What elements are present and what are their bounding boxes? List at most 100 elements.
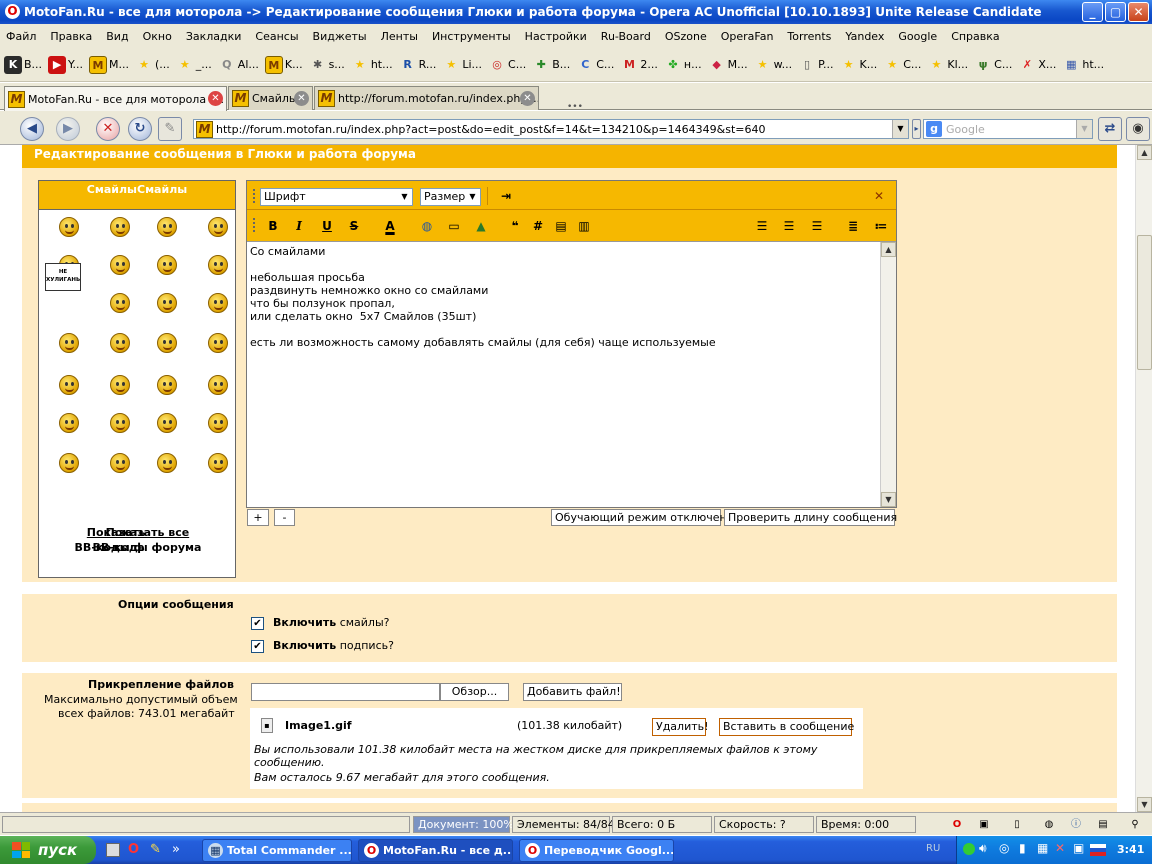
no-hooligans-sign[interactable]: НЕ ХУЛИГАНЬ xyxy=(45,263,81,291)
menu-item[interactable]: Виджеты xyxy=(313,30,375,43)
smiley-icon[interactable] xyxy=(157,293,177,313)
ordered-list-icon[interactable]: ≣ xyxy=(843,216,863,236)
link-globe-icon[interactable]: ◍ xyxy=(417,216,437,236)
bookmark-item[interactable]: ★ K... xyxy=(840,56,878,74)
tutorial-mode-button[interactable]: Обучающий режим отключен xyxy=(551,509,727,526)
close-editor-toolbar-icon[interactable]: ✕ xyxy=(869,186,889,206)
bookmark-item[interactable]: M 2... xyxy=(620,56,658,74)
menu-item[interactable]: Настройки xyxy=(525,30,595,43)
message-textarea[interactable]: Со смайлами небольшая просьба раздвинуть… xyxy=(247,242,880,507)
forward-button[interactable]: ▶ xyxy=(56,117,80,141)
menu-item[interactable]: Файл xyxy=(6,30,44,43)
tray-status-icon[interactable] xyxy=(963,843,975,855)
globe-icon[interactable]: ◍ xyxy=(1040,816,1058,834)
smiley-icon[interactable] xyxy=(208,413,228,433)
bookmark-item[interactable]: ★ C... xyxy=(883,56,921,74)
table-icon[interactable]: ▥ xyxy=(574,216,594,236)
address-field[interactable]: M http://forum.motofan.ru/index.php?act=… xyxy=(193,119,909,139)
info-icon[interactable]: ⓘ xyxy=(1067,816,1085,834)
image-icon[interactable]: ▲ xyxy=(471,216,491,236)
enable-signature-checkbox[interactable]: ✔ xyxy=(251,640,264,653)
indent-icon[interactable]: ⇥ xyxy=(496,186,516,206)
smiley-icon[interactable] xyxy=(110,217,130,237)
text-color-button[interactable]: A xyxy=(380,216,400,236)
menu-item[interactable]: Справка xyxy=(951,30,1007,43)
smiley-icon[interactable] xyxy=(110,453,130,473)
bbcodes-link[interactable]: BB-коды фBB-коды форума xyxy=(39,541,237,554)
smiley-icon[interactable] xyxy=(59,217,79,237)
scroll-down-arrow[interactable]: ▼ xyxy=(881,492,896,507)
opera-unite-icon[interactable]: O xyxy=(948,816,966,834)
italic-button[interactable]: I xyxy=(289,216,309,236)
menu-item[interactable]: Окно xyxy=(143,30,180,43)
task-opera-motofan[interactable]: O MotoFan.Ru - все д... xyxy=(358,839,513,862)
bullet-list-icon[interactable]: ≔ xyxy=(871,216,891,236)
close-tab-icon[interactable]: ✕ xyxy=(294,91,309,106)
file-path-input[interactable] xyxy=(251,683,440,701)
bookmark-item[interactable]: ◆ M... xyxy=(708,56,747,74)
bookmark-item[interactable]: ✗ X... xyxy=(1018,56,1057,74)
show-all-smiles-link[interactable]: ПоказатьПоказать все xyxy=(39,526,237,539)
menu-item[interactable]: Ru-Board xyxy=(601,30,659,43)
bookmark-item[interactable]: M M... xyxy=(89,55,129,74)
russian-flag-icon[interactable] xyxy=(1090,844,1106,856)
add-file-button[interactable]: Добавить файл! xyxy=(523,683,622,701)
smiley-icon[interactable] xyxy=(59,453,79,473)
tray-security-icon[interactable]: ✕ xyxy=(1055,841,1065,855)
bookmark-item[interactable]: ▦ ht... xyxy=(1062,56,1104,74)
task-google-translate[interactable]: O Переводчик Googl... xyxy=(519,839,674,862)
smiley-icon[interactable] xyxy=(110,293,130,313)
task-total-commander[interactable]: ▦ Total Commander ... xyxy=(202,839,352,862)
enable-smiles-checkbox[interactable]: ✔ xyxy=(251,617,264,630)
document-icon[interactable]: ▯ xyxy=(1008,816,1026,834)
tray-app-icon[interactable]: ▮ xyxy=(1019,841,1026,855)
tab-motofan-edit[interactable]: M MotoFan.Ru - все для моторола -... ✕ xyxy=(4,86,227,111)
bookmark-item[interactable]: ◎ C... xyxy=(488,56,526,74)
bookmark-item[interactable]: ✱ s... xyxy=(309,56,345,74)
search-field[interactable]: g Google ▼ xyxy=(923,119,1093,139)
maximize-button[interactable]: ▢ xyxy=(1105,2,1126,22)
reload-button[interactable]: ↻ xyxy=(128,117,152,141)
shrink-editor-button[interactable]: - xyxy=(274,509,295,526)
delete-file-button[interactable]: Удалить! xyxy=(652,718,709,736)
menu-item[interactable]: Ленты xyxy=(381,30,426,43)
scrollbar-thumb[interactable] xyxy=(1137,235,1152,370)
scroll-up-arrow[interactable]: ▲ xyxy=(881,242,896,257)
browse-button[interactable]: Обзор... xyxy=(440,683,509,701)
bookmark-item[interactable]: ★ ht... xyxy=(351,56,393,74)
smiley-icon[interactable] xyxy=(208,453,228,473)
smiley-icon[interactable] xyxy=(157,255,177,275)
bookmark-item[interactable]: Q Al... xyxy=(218,56,259,74)
start-button[interactable]: пуск xyxy=(0,836,96,864)
address-dropdown-button[interactable]: ▼ xyxy=(892,120,908,138)
size-select[interactable]: Размер ▼ xyxy=(420,188,481,206)
stop-button[interactable]: ✕ xyxy=(96,117,120,141)
tab-forum-index[interactable]: M http://forum.motofan.ru/index.php?... … xyxy=(314,86,539,110)
menu-item[interactable]: OperaFan xyxy=(721,30,782,43)
quote-icon[interactable]: ❝ xyxy=(505,216,525,236)
bookmark-item[interactable]: ✤ н... xyxy=(664,56,701,74)
close-tab-icon[interactable]: ✕ xyxy=(208,91,223,106)
bookmark-item[interactable]: ✚ B... xyxy=(532,56,571,74)
quicklaunch-desktop-icon[interactable] xyxy=(106,843,120,857)
menu-item[interactable]: Google xyxy=(898,30,945,43)
quicklaunch-opera-icon[interactable]: O xyxy=(128,842,139,857)
bookmark-item[interactable]: ★ Li... xyxy=(442,56,482,74)
bookmark-item[interactable]: C C... xyxy=(576,56,614,74)
page-scrollbar[interactable]: ▲ ▼ xyxy=(1135,145,1152,812)
scroll-down-arrow[interactable]: ▼ xyxy=(1137,797,1152,812)
bookmark-item[interactable]: ★ w... xyxy=(754,56,792,74)
smiley-icon[interactable] xyxy=(208,255,228,275)
bookmark-item[interactable]: ψ C... xyxy=(974,56,1013,74)
smiley-icon[interactable] xyxy=(208,293,228,313)
home-wand-icon[interactable]: ✎ xyxy=(158,117,182,141)
minimize-button[interactable]: _ xyxy=(1082,2,1103,22)
close-button[interactable]: ✕ xyxy=(1128,2,1149,22)
smiley-icon[interactable] xyxy=(157,375,177,395)
email-icon[interactable]: ▭ xyxy=(444,216,464,236)
bookmark-item[interactable]: ▶ Y... xyxy=(48,55,83,74)
bookmark-item[interactable]: M K... xyxy=(264,55,303,74)
tray-monitor-icon[interactable]: ▣ xyxy=(1073,841,1084,855)
close-tab-icon[interactable]: ✕ xyxy=(520,91,535,106)
smiley-icon[interactable] xyxy=(110,333,130,353)
